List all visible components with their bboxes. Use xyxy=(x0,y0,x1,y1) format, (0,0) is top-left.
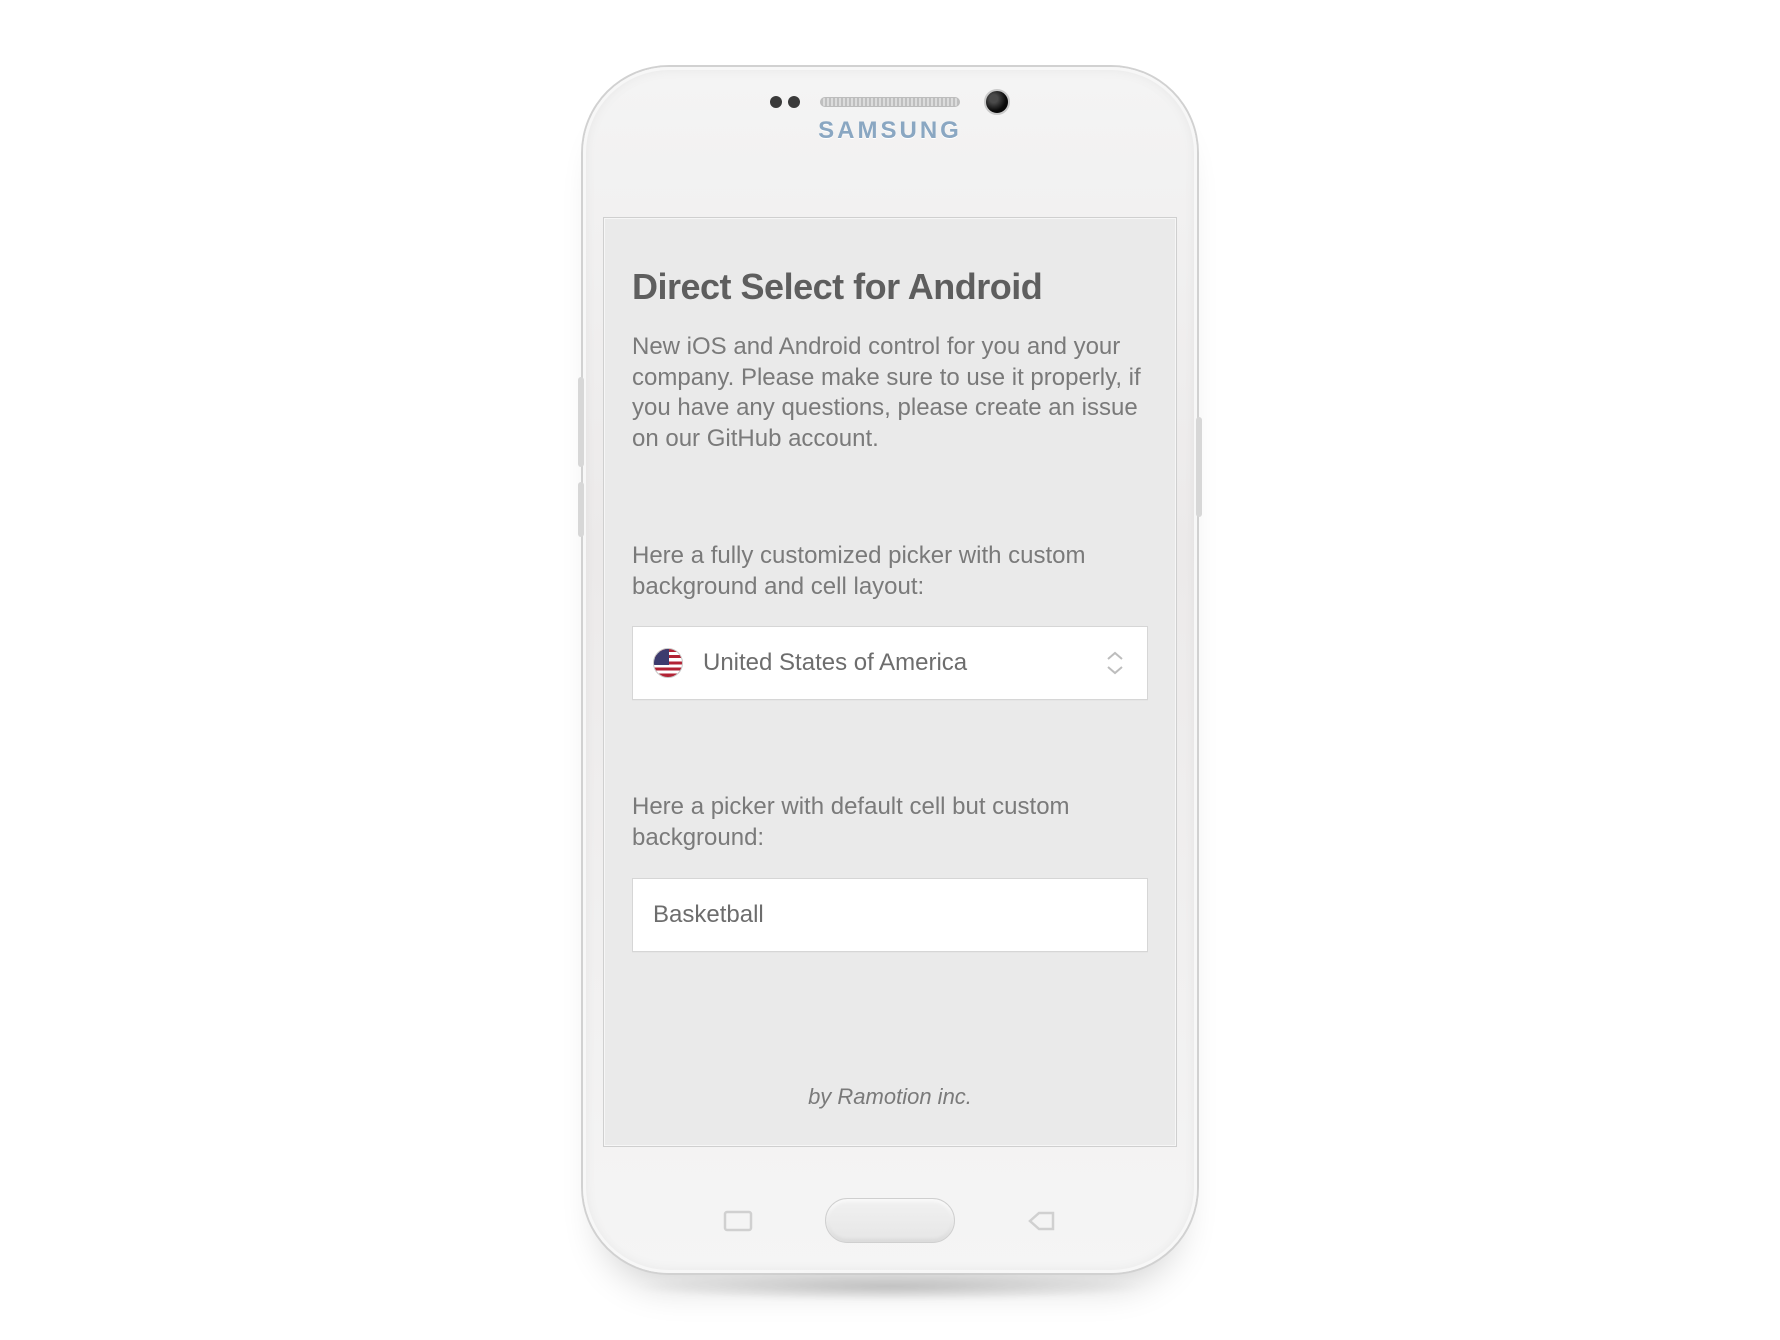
picker2-label: Here a picker with default cell but cust… xyxy=(632,792,1148,853)
volume-down-button xyxy=(578,482,584,537)
phone-bottom-hardware xyxy=(583,1198,1197,1243)
page-title: Direct Select for Android xyxy=(632,266,1148,308)
phone-mockup-frame: SAMSUNG Direct Select for Android New iO… xyxy=(583,67,1197,1273)
intro-text: New iOS and Android control for you and … xyxy=(632,332,1148,455)
country-picker-value: United States of America xyxy=(703,649,1083,677)
picker-chevrons-icon xyxy=(1103,651,1127,675)
sport-picker-value: Basketball xyxy=(653,901,1127,929)
flag-us-icon xyxy=(653,648,683,678)
front-camera-icon xyxy=(984,89,1010,115)
country-picker[interactable]: United States of America xyxy=(632,626,1148,700)
device-brand-label: SAMSUNG xyxy=(818,117,962,145)
home-button xyxy=(825,1198,955,1243)
volume-up-button xyxy=(578,377,584,467)
sensor-row xyxy=(710,97,1070,107)
picker1-label: Here a fully customized picker with cust… xyxy=(632,541,1148,602)
back-icon xyxy=(1025,1207,1059,1235)
sport-picker[interactable]: Basketball xyxy=(632,878,1148,952)
footer-credit: by Ramotion inc. xyxy=(632,1084,1148,1110)
power-button xyxy=(1196,417,1202,517)
recent-apps-icon xyxy=(721,1207,755,1235)
proximity-sensor-icon xyxy=(770,96,800,108)
device-screen: Direct Select for Android New iOS and An… xyxy=(603,217,1177,1147)
phone-top-hardware: SAMSUNG xyxy=(583,97,1197,145)
speaker-grill-icon xyxy=(820,97,960,107)
